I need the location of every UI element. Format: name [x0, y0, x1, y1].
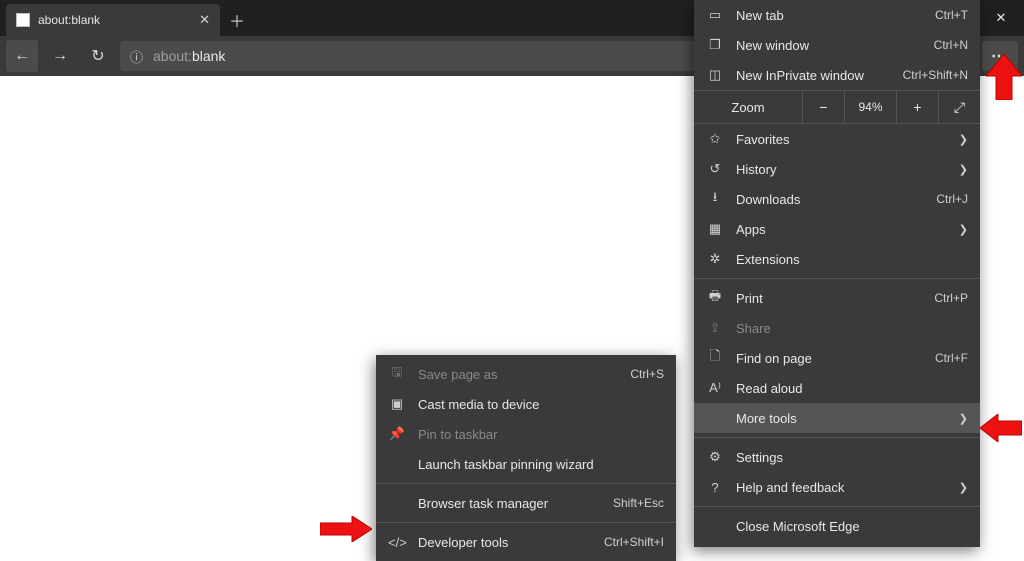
new-tab-button[interactable]: ＋ [220, 4, 254, 36]
new-tab-icon: ▭ [706, 7, 724, 23]
browser-tab[interactable]: about:blank ✕ [6, 4, 220, 36]
fullscreen-button[interactable]: ⤢ [938, 91, 980, 123]
submenu-save-page: 🖫 Save page as Ctrl+S [376, 359, 676, 389]
chevron-right-icon: ❯ [959, 412, 968, 425]
submenu-cast[interactable]: ▣ Cast media to device [376, 389, 676, 419]
share-icon: ⇪ [706, 320, 724, 336]
save-icon: 🖫 [388, 363, 406, 385]
menu-more-tools[interactable]: More tools ❯ [694, 403, 980, 433]
gear-icon: ⚙ [706, 449, 724, 465]
chevron-right-icon: ❯ [959, 163, 968, 176]
submenu-pin: 📌 Pin to taskbar [376, 419, 676, 449]
inprivate-icon: ◫ [706, 67, 724, 83]
menu-separator [376, 483, 676, 484]
menu-new-inprivate[interactable]: ◫ New InPrivate window Ctrl+Shift+N [694, 60, 980, 90]
menu-separator [376, 522, 676, 523]
read-aloud-icon: A⁾ [706, 380, 724, 396]
menu-downloads[interactable]: ⭳ Downloads Ctrl+J [694, 184, 980, 214]
menu-history[interactable]: ↺ History ❯ [694, 154, 980, 184]
window-close-button[interactable]: ✕ [978, 0, 1024, 36]
menu-apps[interactable]: ▦ Apps ❯ [694, 214, 980, 244]
tab-title: about:blank [38, 13, 191, 27]
menu-new-window[interactable]: ❐ New window Ctrl+N [694, 30, 980, 60]
menu-share: ⇪ Share [694, 313, 980, 343]
zoom-row: Zoom − 94% + ⤢ [694, 90, 980, 124]
find-icon: 🗋 [706, 347, 724, 369]
annotation-arrow [320, 516, 372, 547]
menu-favorites[interactable]: ✩ Favorites ❯ [694, 124, 980, 154]
annotation-arrow [980, 414, 1022, 447]
back-button[interactable]: ← [6, 40, 38, 72]
site-info-icon[interactable]: ⓘ [130, 47, 143, 66]
extensions-icon: ✲ [706, 251, 724, 267]
menu-print[interactable]: 🖶 Print Ctrl+P [694, 283, 980, 313]
devtools-icon: </> [388, 535, 406, 550]
more-tools-submenu: 🖫 Save page as Ctrl+S ▣ Cast media to de… [376, 355, 676, 561]
favorites-icon: ✩ [706, 131, 724, 147]
chevron-right-icon: ❯ [959, 481, 968, 494]
menu-find[interactable]: 🗋 Find on page Ctrl+F [694, 343, 980, 373]
chevron-right-icon: ❯ [959, 223, 968, 236]
main-menu: ▭ New tab Ctrl+T ❐ New window Ctrl+N ◫ N… [694, 0, 980, 547]
zoom-label: Zoom [694, 100, 802, 115]
menu-separator [694, 506, 980, 507]
cast-icon: ▣ [388, 396, 406, 412]
submenu-pin-wizard[interactable]: Launch taskbar pinning wizard [376, 449, 676, 479]
menu-separator [694, 278, 980, 279]
zoom-out-button[interactable]: − [802, 91, 844, 123]
downloads-icon: ⭳ [706, 188, 724, 210]
pin-icon: 📌 [388, 426, 406, 442]
url-text: about:blank [153, 48, 225, 64]
menu-settings[interactable]: ⚙ Settings [694, 442, 980, 472]
apps-icon: ▦ [706, 221, 724, 237]
forward-button[interactable]: → [44, 40, 76, 72]
annotation-arrow [986, 54, 1022, 105]
print-icon: 🖶 [706, 287, 724, 309]
chevron-right-icon: ❯ [959, 133, 968, 146]
menu-read-aloud[interactable]: A⁾ Read aloud [694, 373, 980, 403]
close-tab-icon[interactable]: ✕ [199, 12, 210, 28]
menu-separator [694, 437, 980, 438]
page-icon [16, 13, 30, 27]
menu-close-edge[interactable]: Close Microsoft Edge [694, 511, 980, 541]
menu-help[interactable]: ? Help and feedback ❯ [694, 472, 980, 502]
history-icon: ↺ [706, 161, 724, 177]
help-icon: ? [706, 480, 724, 495]
menu-new-tab[interactable]: ▭ New tab Ctrl+T [694, 0, 980, 30]
zoom-in-button[interactable]: + [896, 91, 938, 123]
new-window-icon: ❐ [706, 37, 724, 53]
zoom-value: 94% [844, 91, 896, 123]
submenu-developer-tools[interactable]: </> Developer tools Ctrl+Shift+I [376, 527, 676, 557]
submenu-task-manager[interactable]: Browser task manager Shift+Esc [376, 488, 676, 518]
menu-extensions[interactable]: ✲ Extensions [694, 244, 980, 274]
refresh-button[interactable]: ↻ [82, 40, 114, 72]
